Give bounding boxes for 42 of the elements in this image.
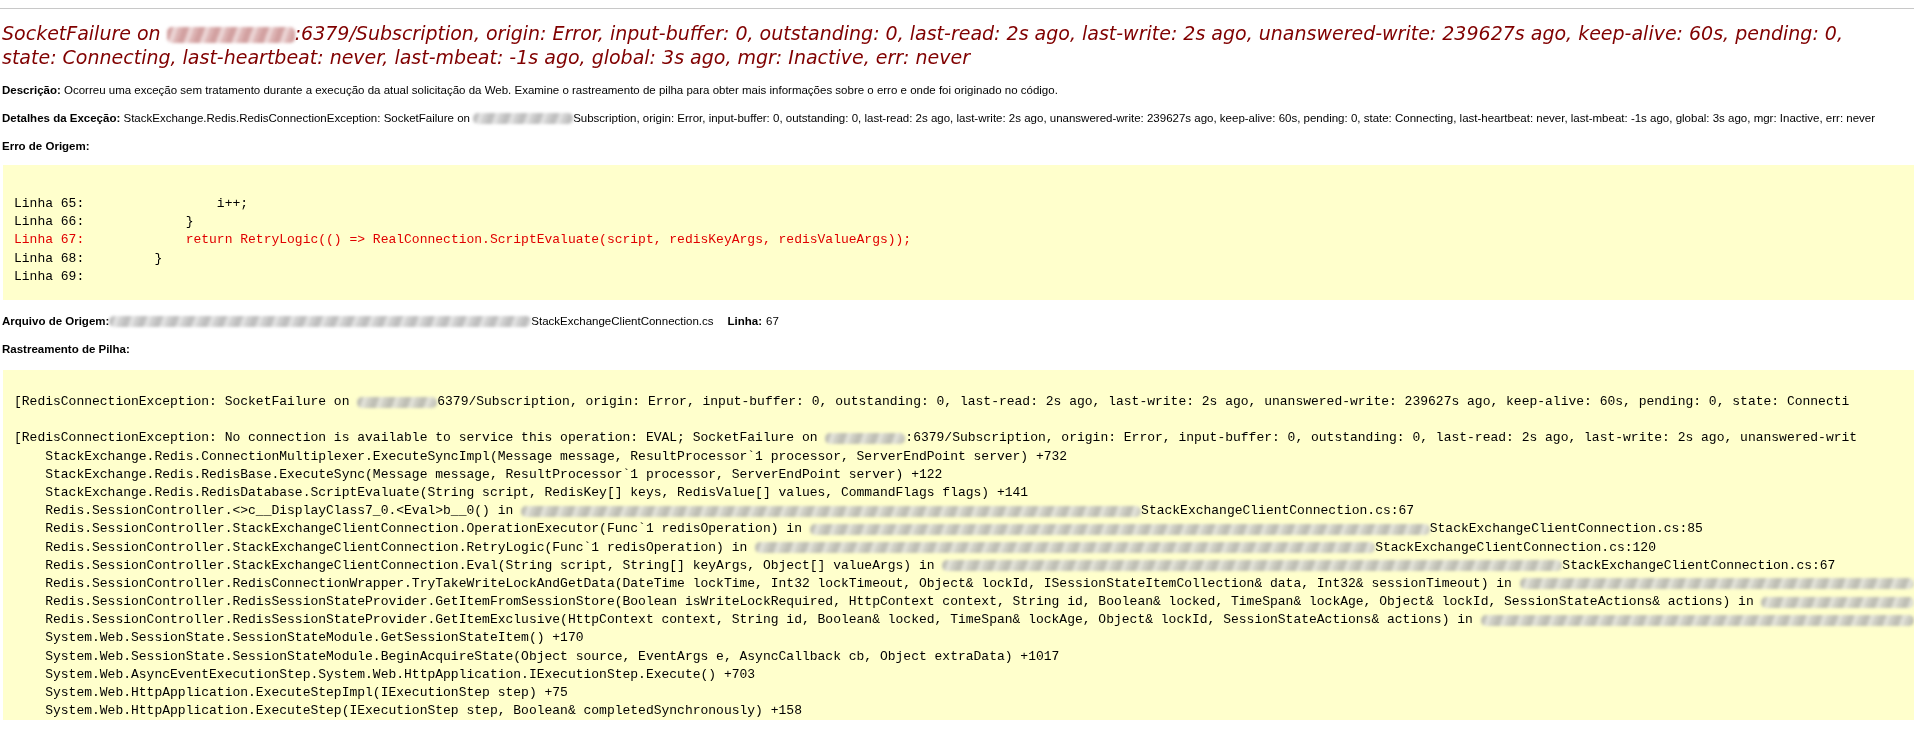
line-label: Linha: bbox=[727, 315, 763, 327]
section-label: Rastreamento de Pilha: bbox=[2, 342, 131, 356]
stack-frame-text: Redis.SessionController.RedisSessionStateProvider.GetItemFromSessionStore(Boolean isWriteLockRequired, HttpContext context, String id, Boolean& locked, TimeSpan& lockAge, Object& lockId, SessionStateActions& actions) in bbox=[45, 593, 1755, 612]
line-value: 67 bbox=[766, 315, 779, 327]
exception-text: [RedisConnectionException: No connection is available to service this operation: EVAL; SocketFailure on bbox=[14, 429, 819, 448]
exception-text: :6379/Subscription, origin: Error, input-buffer: 0, outstanding: 0, last-read: 2s ago, last-write: 2s ago, unanswered-writ bbox=[905, 429, 1858, 448]
code-text: i++; bbox=[215, 195, 249, 213]
stack-frame-text: System.Web.HttpApplication.ExecuteStepImpl(IExecutionStep step) +75 bbox=[45, 684, 568, 702]
file-name: StackExchangeClientConnection.cs bbox=[531, 315, 714, 327]
stack-frame-text: Redis.SessionController.RedisSessionStateProvider.GetItemExclusive(HttpContext context, String id, Boolean& locked, TimeSpan& lockAge, Object& lockId, SessionStateActions& actions) in bbox=[45, 611, 1474, 630]
stack-frame-text: Redis.SessionController.RedisConnectionWrapper.TryTakeWriteLockAndGetData(DateTime lockTime, Int32 lockTimeout, Object& lockId, ISessionStateItemCollection& data, Int32& sessionTimeout) in bbox=[45, 574, 1513, 593]
stack-frame-text: StackExchangeClientConnection.cs:85 bbox=[1429, 520, 1703, 539]
line-number: Linha 68: bbox=[14, 249, 85, 268]
description-text: Descrição: Ocorreu uma exceção sem tratamento durante a execução da atual solicitação da Web. Examine o rastreamento de pilha para obter mais informações sobre o erro e onde foi originado no código. bbox=[2, 83, 1059, 97]
stack-frame-text: StackExchangeClientConnection.cs:67 bbox=[1562, 556, 1836, 575]
stack-frame-text: StackExchange.Redis.ConnectionMultiplexer.ExecuteSyncImpl(Message message, ResultProcessor`1 processor, ServerEndPoint server) +732 bbox=[45, 447, 1068, 466]
stack-frame-text: System.Web.HttpApplication.ExecuteStep(IExecutionStep step, Boolean& completedSynchronously) +158 bbox=[45, 702, 802, 721]
line-number: Linha 65: bbox=[14, 195, 85, 213]
stack-frame-text: StackExchange.Redis.RedisBase.ExecuteSync(Message message, ResultProcessor`1 processor, ServerEndPoint server) +122 bbox=[45, 465, 943, 484]
line-number: Linha 69: bbox=[14, 267, 85, 286]
stack-frame-text: Redis.SessionController.StackExchangeClientConnection.RetryLogic(Func`1 redisOperation) in bbox=[45, 538, 749, 557]
stack-frame-text: System.Web.SessionState.SessionStateModule.GetSessionStateItem() +170 bbox=[45, 629, 584, 648]
section-label: Erro de Origem: bbox=[2, 139, 91, 153]
code-text: } bbox=[184, 213, 194, 232]
stack-frame-text: Redis.SessionController.StackExchangeClientConnection.Eval(String script, String[] keyArgs, Object[] valueArgs) in bbox=[45, 556, 936, 575]
code-text: return RetryLogic(() => RealConnection.ScriptEvaluate(script, redisKeyArgs, redisValueArgs)); bbox=[184, 231, 912, 250]
code-text: } bbox=[153, 249, 163, 268]
stack-frame-text: System.Web.AsyncEventExecutionStep.System.Web.HttpApplication.IExecutionStep.Execute() +703 bbox=[45, 665, 756, 684]
stack-frame-text: Redis.SessionController.StackExchangeClientConnection.OperationExecutor(Func`1 redisOperation) in bbox=[45, 520, 803, 539]
section-label: Arquivo de Origem: bbox=[2, 315, 110, 327]
stack-frame-text: Redis.SessionController.<>c__DisplayClass7_0.<Eval>b__0() in bbox=[45, 502, 515, 521]
exception-details-text: Detalhes da Exceção: StackExchange.Redis.RedisConnectionException: SocketFailure on bbox=[2, 112, 471, 124]
stack-frame-text: StackExchangeClientConnection.cs:120 bbox=[1375, 538, 1656, 557]
stack-frame-text: StackExchangeClientConnection.cs:67 bbox=[1141, 502, 1415, 521]
error-title: SocketFailure on :6379/Subscription, origin: Error, input-buffer: 0, outstanding: 0, last-read: 2s ago, last-write: 2s ago, unanswered-write: 239627s ago, keep-alive: 60s, pending: 0, state: Connecting, last-heartbeat: never, last-mbeat: -1s ago, global: 3s ago, mgr: Inactive, err: never bbox=[2, 21, 1844, 69]
exception-text: 6379/Subscription, origin: Error, input-buffer: 0, outstanding: 0, last-read: 2s ago, last-write: 2s ago, unanswered-write: 239627s ago, keep-alive: 60s, pending: 0, state: Connecti bbox=[437, 393, 1850, 411]
exception-details-text: Subscription, origin: Error, input-buffer: 0, outstanding: 0, last-read: 2s ago, last-write: 2s ago, unanswered-write: 239627s ago, keep-alive: 60s, pending: 0, state: Connecting, last-heartbeat: never, last-mbeat: -1s ago, global: 3s ago, mgr: Inactive, err: never bbox=[573, 112, 1876, 124]
stack-frame-text: System.Web.SessionState.SessionStateModule.BeginAcquireState(Object source, EventArgs e, AsyncCallback cb, Object extraData) +1017 bbox=[45, 647, 1060, 666]
line-number: Linha 66: bbox=[14, 213, 85, 232]
stack-frame-text: StackExchange.Redis.RedisDatabase.ScriptEvaluate(String script, RedisKey[] keys, RedisValue[] values, CommandFlags flags) +141 bbox=[45, 483, 1029, 502]
line-number: Linha 67: bbox=[14, 231, 85, 250]
exception-text: [RedisConnectionException: SocketFailure on bbox=[14, 393, 351, 411]
